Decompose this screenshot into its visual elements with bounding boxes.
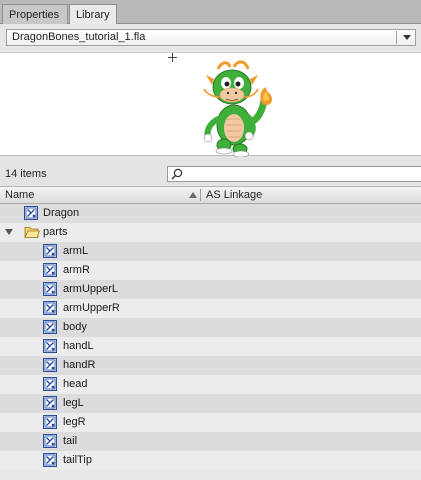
registration-point-icon — [168, 53, 177, 62]
item-count: 14 items — [5, 168, 47, 180]
library-item-label: armUpperL — [63, 283, 119, 295]
movieclip-symbol-icon — [43, 396, 57, 410]
movieclip-symbol-icon — [43, 415, 57, 429]
library-panel: Properties Library DragonBones_tutorial_… — [0, 0, 421, 480]
library-item-row[interactable]: Dragon — [0, 204, 421, 223]
library-item-label: armL — [63, 245, 89, 257]
document-select-value: DragonBones_tutorial_1.fla — [12, 31, 146, 43]
library-item-row[interactable]: legL — [0, 394, 421, 413]
library-item-label: handR — [63, 359, 96, 371]
library-item-label: Dragon — [43, 207, 80, 219]
library-item-label: tail — [63, 435, 78, 447]
library-item-row[interactable]: handL — [0, 337, 421, 356]
library-item-list: Dragon parts armL armR armUpperL armUpperR bod… — [0, 204, 421, 480]
movieclip-symbol-icon — [43, 453, 57, 467]
movieclip-symbol-icon — [43, 377, 57, 391]
tab-properties[interactable]: Properties — [2, 4, 68, 24]
column-header-name[interactable]: Name — [5, 189, 34, 201]
folder-open-icon — [24, 225, 40, 239]
library-item-row[interactable]: armL — [0, 242, 421, 261]
dragon-preview-image — [203, 60, 272, 157]
library-column-header: Name AS Linkage — [0, 186, 421, 204]
movieclip-symbol-icon — [43, 434, 57, 448]
library-item-row[interactable]: tail — [0, 432, 421, 451]
library-item-label: legL — [63, 397, 84, 409]
movieclip-symbol-icon — [43, 282, 57, 296]
symbol-preview — [0, 52, 421, 157]
movieclip-symbol-icon — [43, 244, 57, 258]
library-item-label: head — [63, 378, 88, 390]
library-item-label: armR — [63, 264, 90, 276]
panel-tab-bar: Properties Library — [0, 0, 421, 25]
library-item-label: armUpperR — [63, 302, 120, 314]
library-status-row: 14 items — [0, 164, 421, 184]
library-item-row[interactable]: armR — [0, 261, 421, 280]
library-item-label: parts — [43, 226, 68, 238]
search-icon — [171, 168, 183, 180]
movieclip-symbol-icon — [43, 301, 57, 315]
library-item-row[interactable]: legR — [0, 413, 421, 432]
sort-ascending-icon[interactable] — [189, 192, 197, 198]
library-search-input[interactable] — [167, 166, 421, 182]
document-select[interactable]: DragonBones_tutorial_1.fla — [6, 29, 416, 46]
library-item-label: body — [63, 321, 87, 333]
document-select-bar: DragonBones_tutorial_1.fla — [0, 24, 421, 52]
column-header-as-linkage[interactable]: AS Linkage — [206, 189, 262, 201]
library-item-label: tailTip — [63, 454, 92, 466]
library-item-row[interactable]: armUpperL — [0, 280, 421, 299]
movieclip-symbol-icon — [43, 320, 57, 334]
library-item-row[interactable]: tailTip — [0, 451, 421, 470]
chevron-down-icon[interactable] — [403, 35, 411, 40]
library-item-row[interactable]: armUpperR — [0, 299, 421, 318]
library-item-row[interactable]: body — [0, 318, 421, 337]
disclosure-triangle-icon[interactable] — [5, 229, 13, 235]
movieclip-symbol-icon — [43, 263, 57, 277]
column-divider[interactable] — [200, 189, 201, 201]
movieclip-symbol-icon — [24, 206, 38, 220]
library-item-label: legR — [63, 416, 86, 428]
movieclip-symbol-icon — [43, 339, 57, 353]
tab-library[interactable]: Library — [69, 4, 117, 25]
library-item-row[interactable]: head — [0, 375, 421, 394]
library-folder-row[interactable]: parts — [0, 223, 421, 242]
library-item-label: handL — [63, 340, 94, 352]
select-divider — [396, 31, 397, 44]
library-item-row[interactable]: handR — [0, 356, 421, 375]
movieclip-symbol-icon — [43, 358, 57, 372]
